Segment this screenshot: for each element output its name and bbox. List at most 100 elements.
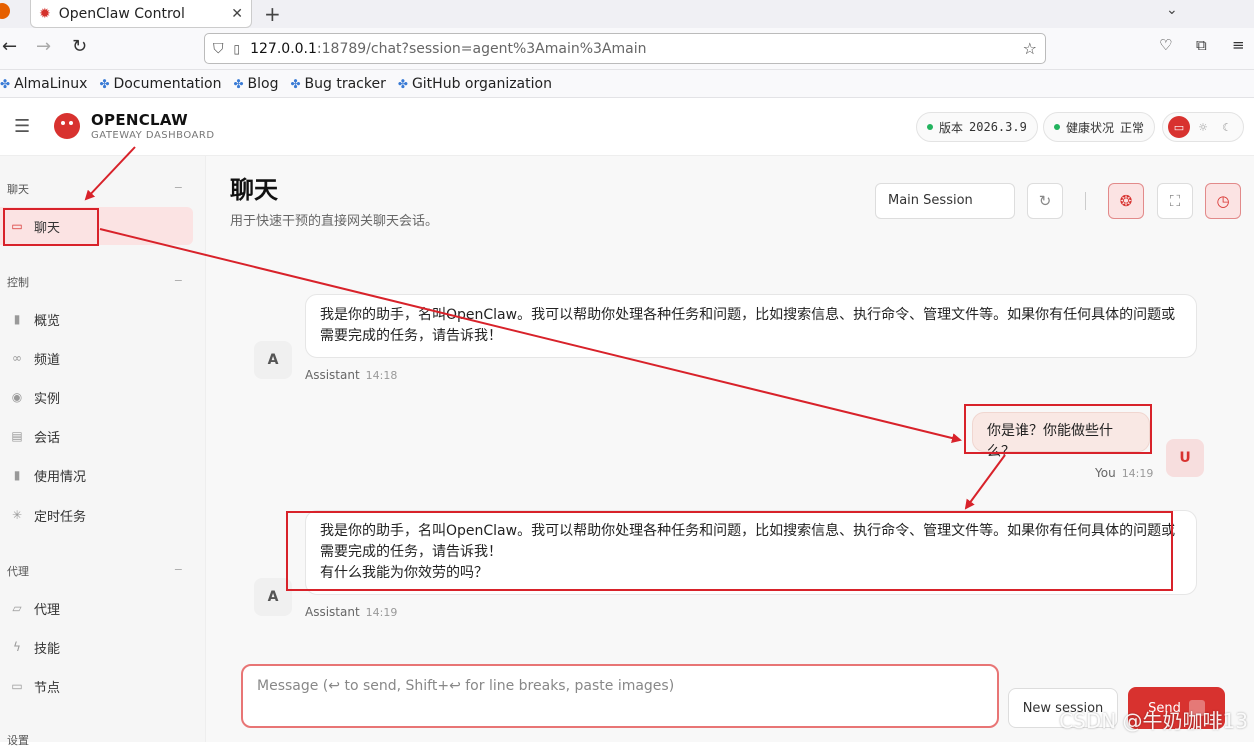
tab-title: OpenClaw Control	[59, 6, 232, 22]
bookmark-item[interactable]: ✤AlmaLinux	[0, 76, 87, 92]
sidebar-item-nodes[interactable]: ▭节点	[0, 667, 193, 705]
sun-icon[interactable]: ☼	[1192, 116, 1214, 138]
sidebar-item-sessions[interactable]: ▤会话	[0, 417, 193, 455]
bookmark-star-icon[interactable]: ☆	[1023, 39, 1037, 58]
refresh-button[interactable]: ↻	[1027, 183, 1063, 219]
bookmark-icon: ✤	[99, 77, 109, 91]
message-meta: Assistant14:19	[305, 605, 397, 619]
url-bar[interactable]: ⛉ ▯ 127.0.0.1 :18789/chat?session=agent%…	[204, 33, 1046, 64]
hamburger-menu-icon[interactable]: ☰	[14, 116, 30, 137]
brand-name: OPENCLAW	[91, 111, 188, 129]
brain-icon: ❂	[1120, 192, 1133, 210]
shield-icon[interactable]: ⛉	[213, 41, 224, 57]
collapse-icon[interactable]: −	[174, 181, 183, 194]
loader-icon: ✳	[9, 508, 25, 522]
pocket-icon[interactable]: ♡	[1159, 36, 1172, 54]
url-path: :18789/chat?session=agent%3Amain%3Amain	[317, 41, 647, 57]
close-tab-icon[interactable]: ✕	[231, 6, 243, 22]
assistant-message: 我是你的助手，名叫OpenClaw。我可以帮助你处理各种任务和问题，比如搜索信息…	[305, 510, 1197, 595]
sidebar-item-cron[interactable]: ✳定时任务	[0, 496, 193, 534]
chat-bubble-icon: ▭	[9, 219, 25, 233]
bookmark-icon: ✤	[398, 77, 408, 91]
message-meta: Assistant14:18	[305, 368, 397, 382]
sidebar-item-overview[interactable]: ▮概览	[0, 300, 193, 338]
message-input[interactable]	[243, 666, 997, 726]
assistant-message: 我是你的助手，名叫OpenClaw。我可以帮助你处理各种任务和问题，比如搜索信息…	[305, 294, 1197, 358]
page-subtitle: 用于快速干预的直接网关聊天会话。	[230, 210, 438, 229]
thinking-toggle-button[interactable]: ❂	[1108, 183, 1144, 219]
back-icon[interactable]: ←	[2, 36, 17, 57]
sidebar-item-agents[interactable]: ▱代理	[0, 589, 193, 627]
openclaw-logo-icon	[54, 113, 80, 139]
document-icon: ▤	[9, 429, 25, 443]
toolbar-divider	[1085, 192, 1086, 210]
user-message: 你是谁？你能做些什么？	[972, 412, 1150, 452]
focus-mode-button[interactable]: ⛶	[1157, 183, 1193, 219]
bookmark-icon: ✤	[0, 77, 10, 91]
theme-switcher: ▭ ☼ ☾	[1162, 112, 1244, 142]
collapse-icon[interactable]: −	[174, 274, 183, 287]
openclaw-favicon-icon: ✹	[39, 6, 51, 22]
new-tab-icon[interactable]: +	[264, 2, 281, 26]
health-label: 健康状况	[1066, 119, 1114, 136]
bookmarks-bar: ✤AlmaLinux ✤Documentation ✤Blog ✤Bug tra…	[0, 70, 1254, 98]
bookmark-item[interactable]: ✤GitHub organization	[398, 76, 552, 92]
sidebar: 聊天− ▭ 聊天 控制− ▮概览 ∞频道 ◉实例 ▤会话 ▮使用情况 ✳定时任务…	[0, 156, 206, 742]
sidebar-item-usage[interactable]: ▮使用情况	[0, 456, 193, 494]
extensions-icon[interactable]: ⧉	[1196, 36, 1207, 54]
sidebar-item-skills[interactable]: ϟ技能	[0, 628, 193, 666]
user-avatar: U	[1166, 439, 1204, 477]
message-composer	[241, 664, 999, 728]
bookmark-item[interactable]: ✤Documentation	[99, 76, 221, 92]
broadcast-icon: ◉	[9, 390, 25, 404]
session-select[interactable]: Main Session	[875, 183, 1015, 219]
link-icon: ∞	[9, 351, 25, 365]
folder-icon: ▱	[9, 601, 25, 615]
chat-main: 聊天 用于快速干预的直接网关聊天会话。 Main Session ↻ ❂ ⛶ ◷…	[206, 156, 1254, 742]
browser-nav-bar: ← → ↻ ⛉ ▯ 127.0.0.1 :18789/chat?session=…	[0, 28, 1254, 70]
assistant-avatar: A	[254, 341, 292, 379]
monitor-theme-icon[interactable]: ▭	[1168, 116, 1190, 138]
browser-tab[interactable]: ✹ OpenClaw Control ✕	[30, 0, 252, 28]
sidebar-item-channels[interactable]: ∞频道	[0, 339, 193, 377]
tab-list-chevron-icon[interactable]: ⌄	[1166, 2, 1178, 18]
watermark: CSDN @牛奶咖啡13	[1059, 705, 1248, 734]
bookmark-icon: ✤	[233, 77, 243, 91]
app-header: ☰ OPENCLAW GATEWAY DASHBOARD 版本 2026.3.9…	[0, 99, 1254, 156]
bookmark-item[interactable]: ✤Blog	[233, 76, 278, 92]
bookmark-icon: ✤	[290, 77, 300, 91]
history-button[interactable]: ◷	[1205, 183, 1241, 219]
firefox-icon[interactable]	[0, 3, 10, 19]
refresh-icon: ↻	[1039, 192, 1052, 210]
moon-icon[interactable]: ☾	[1216, 116, 1238, 138]
version-value: 2026.3.9	[969, 120, 1027, 134]
forward-icon[interactable]: →	[36, 36, 51, 57]
status-dot-icon	[1054, 124, 1060, 130]
version-badge: 版本 2026.3.9	[916, 112, 1038, 142]
status-dot-icon	[927, 124, 933, 130]
sidebar-section-settings[interactable]: 设置	[7, 732, 183, 748]
page-info-icon[interactable]: ▯	[234, 42, 241, 56]
sidebar-section-agents[interactable]: 代理−	[7, 563, 183, 579]
collapse-icon[interactable]: −	[174, 563, 183, 576]
health-value: 正常	[1120, 119, 1144, 136]
bookmark-item[interactable]: ✤Bug tracker	[290, 76, 385, 92]
message-meta: You14:19	[1095, 466, 1153, 480]
bar-chart-icon: ▮	[9, 312, 25, 326]
sidebar-item-chat[interactable]: ▭ 聊天	[0, 207, 193, 245]
version-label: 版本	[939, 119, 963, 136]
menu-icon[interactable]: ≡	[1232, 36, 1245, 54]
brand-subtitle: GATEWAY DASHBOARD	[91, 130, 215, 141]
sidebar-section-chat[interactable]: 聊天−	[7, 181, 183, 197]
sidebar-section-control[interactable]: 控制−	[7, 274, 183, 290]
page-title: 聊天	[230, 170, 278, 205]
reload-icon[interactable]: ↻	[72, 36, 87, 57]
monitor-icon: ▭	[9, 679, 25, 693]
url-host: 127.0.0.1	[250, 41, 317, 57]
lightning-icon: ϟ	[9, 640, 25, 654]
bar-chart-icon: ▮	[9, 468, 25, 482]
sidebar-item-instances[interactable]: ◉实例	[0, 378, 193, 416]
browser-tab-bar: ✹ OpenClaw Control ✕ + ⌄	[0, 0, 1254, 28]
clock-icon: ◷	[1216, 192, 1229, 210]
focus-icon: ⛶	[1170, 192, 1181, 210]
